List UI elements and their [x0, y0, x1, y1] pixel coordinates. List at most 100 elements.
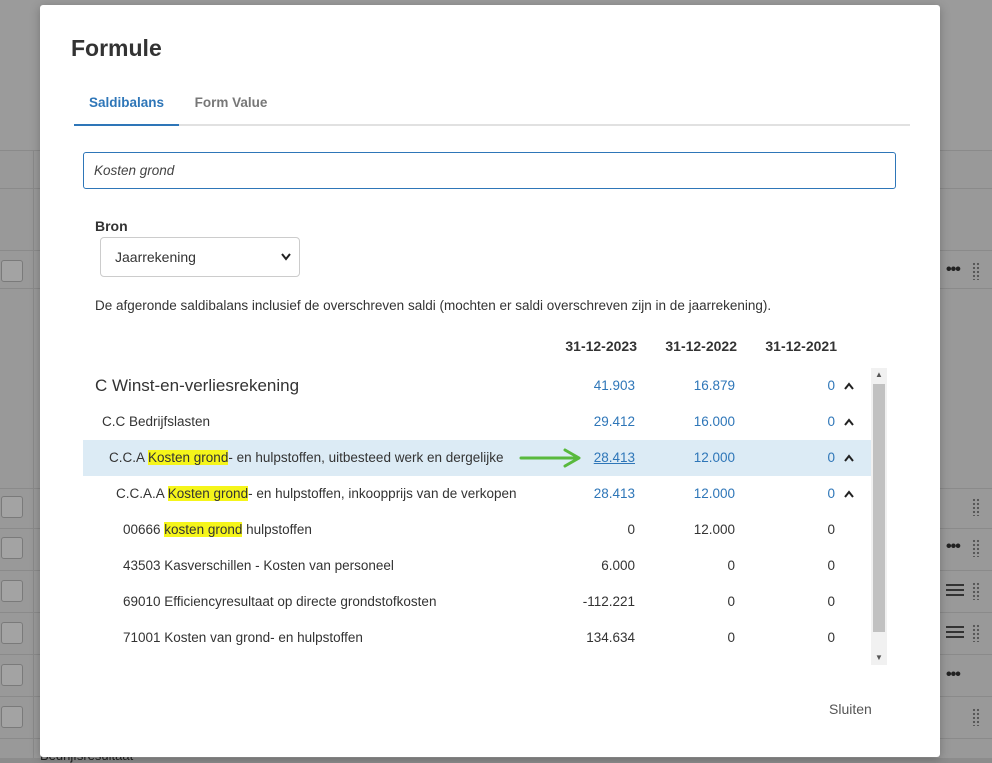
- dialog-title: Formule: [71, 35, 162, 61]
- close-button[interactable]: Sluiten: [829, 701, 872, 717]
- tree-row[interactable]: C.C Bedrijfslasten 29.412 16.000 0: [83, 404, 871, 440]
- drag-handle-icon: [972, 624, 980, 642]
- value-cell-31-12-2021[interactable]: 0: [755, 368, 835, 404]
- bron-label: Bron: [95, 218, 128, 234]
- bron-select[interactable]: Jaarrekening: [100, 237, 300, 277]
- row-checkbox: [1, 537, 23, 559]
- tree-row[interactable]: C.C.A.B Kosten uitbesteed werk en andere…: [83, 656, 871, 668]
- row-label-text: - en hulpstoffen, inkoopprijs van de ver…: [248, 486, 517, 501]
- chevron-down-icon: [281, 238, 291, 292]
- value-cell-31-12-2022: 12.000: [693, 522, 735, 537]
- column-header-2023: 31-12-2023: [565, 338, 637, 354]
- bron-selected-value: Jaarrekening: [115, 249, 196, 265]
- more-icon: •••: [946, 261, 961, 278]
- row-checkbox: [1, 260, 23, 282]
- tree-row-label: 69010 Efficiencyresultaat op directe gro…: [123, 584, 436, 620]
- value-cell-31-12-2021[interactable]: 0: [755, 440, 835, 476]
- pointer-arrow-icon: [519, 448, 581, 468]
- value-cell-31-12-2022[interactable]: 12.000: [655, 440, 735, 476]
- value-cell-31-12-2023[interactable]: 0: [555, 656, 635, 668]
- value-cell-31-12-2021: 0: [827, 522, 835, 537]
- drag-handle-icon: [972, 582, 980, 600]
- list-icon: [946, 626, 964, 640]
- row-checkbox: [1, 496, 23, 518]
- value-cell-31-12-2021[interactable]: 0: [755, 476, 835, 512]
- value-cell-31-12-2022: 0: [727, 630, 735, 645]
- row-label-text: C.C.A.B Kosten uitbesteed werk en andere…: [116, 666, 466, 668]
- search-highlight: Kosten grond: [148, 450, 229, 465]
- row-label-text: 43503 Kasverschillen - Kosten van person…: [123, 558, 394, 573]
- row-label-text: 00666: [123, 522, 165, 537]
- row-label-text: hulpstoffen: [242, 522, 312, 537]
- tree-row[interactable]: C Winst-en-verliesrekening 41.903 16.879 0: [83, 368, 871, 404]
- column-header-2021: 31-12-2021: [765, 338, 837, 354]
- tab-bar: Saldibalans Form Value: [74, 87, 910, 126]
- value-cell-31-12-2023: 0: [627, 522, 635, 537]
- tree-row-label: C.C.A Kosten grond- en hulpstoffen, uitb…: [109, 440, 504, 476]
- value-cell-31-12-2023[interactable]: 41.903: [555, 368, 635, 404]
- description-text: De afgeronde saldibalans inclusief de ov…: [95, 298, 772, 313]
- collapse-caret-icon[interactable]: [843, 450, 855, 466]
- collapse-caret-icon[interactable]: [843, 486, 855, 502]
- tree-row[interactable]: C.C.A.A Kosten grond- en hulpstoffen, in…: [83, 476, 871, 512]
- tree-row-label: C.C.A.B Kosten uitbesteed werk en andere…: [116, 656, 466, 668]
- drag-handle-icon: [972, 498, 980, 516]
- row-label-text: 69010 Efficiencyresultaat op directe gro…: [123, 594, 437, 609]
- search-highlight: Kosten grond: [167, 486, 249, 501]
- value-cell-31-12-2021: 0: [827, 630, 835, 645]
- value-cell-31-12-2021: 0: [827, 594, 835, 609]
- row-checkbox: [1, 622, 23, 644]
- row-label-text: C.C Bedrijfslasten: [102, 414, 211, 429]
- drag-handle-icon: [972, 539, 980, 557]
- value-cell-31-12-2023: -112.221: [582, 594, 635, 609]
- value-cell-31-12-2022[interactable]: 12.000: [655, 476, 735, 512]
- row-label-text: C Winst-en-verliesrekening: [95, 376, 300, 395]
- value-cell-31-12-2023[interactable]: 28.413: [555, 476, 635, 512]
- scroll-down-icon[interactable]: ▼: [871, 651, 887, 665]
- tree-row[interactable]: C.C.A Kosten grond- en hulpstoffen, uitb…: [83, 440, 871, 476]
- value-cell-31-12-2021[interactable]: 0: [755, 404, 835, 440]
- tree-row-label: 43503 Kasverschillen - Kosten van person…: [123, 548, 394, 584]
- value-cell-31-12-2021[interactable]: 0: [755, 656, 835, 668]
- row-checkbox: [1, 706, 23, 728]
- tree-row[interactable]: 69010 Efficiencyresultaat op directe gro…: [83, 584, 871, 620]
- value-cell-31-12-2022[interactable]: 16.000: [655, 404, 735, 440]
- row-label-text: - en hulpstoffen, uitbesteed werk en der…: [228, 450, 504, 465]
- collapse-caret-icon[interactable]: [843, 378, 855, 394]
- value-cell-31-12-2022[interactable]: 16.879: [655, 368, 735, 404]
- column-header-2022: 31-12-2022: [665, 338, 737, 354]
- value-cell-31-12-2022: 0: [727, 594, 735, 609]
- collapse-caret-icon[interactable]: [843, 414, 855, 430]
- list-icon: [946, 584, 964, 598]
- scrollbar-thumb[interactable]: [873, 384, 885, 632]
- tree-row[interactable]: 43503 Kasverschillen - Kosten van person…: [83, 548, 871, 584]
- tree-row-label: 00666 kosten grond hulpstoffen: [123, 512, 312, 548]
- tab-form-value[interactable]: Form Value: [191, 87, 271, 124]
- value-cell-31-12-2021: 0: [827, 558, 835, 573]
- row-checkbox: [1, 664, 23, 686]
- tab-saldibalans[interactable]: Saldibalans: [74, 87, 179, 126]
- tree-row[interactable]: 71001 Kosten van grond- en hulpstoffen 13…: [83, 620, 871, 656]
- search-input[interactable]: [83, 152, 896, 189]
- value-cell-31-12-2023: 6.000: [601, 558, 635, 573]
- row-label-text: C.C.A: [109, 450, 149, 465]
- tree-row-label: 71001 Kosten van grond- en hulpstoffen: [123, 620, 363, 656]
- scroll-up-icon[interactable]: ▲: [871, 368, 887, 382]
- tree-row-label: C.C Bedrijfslasten: [102, 404, 210, 440]
- tree-row-label: C Winst-en-verliesrekening: [95, 368, 299, 404]
- search-highlight: kosten grond: [164, 522, 243, 537]
- bg-column-divider: [33, 150, 34, 758]
- drag-handle-icon: [972, 262, 980, 280]
- row-label-text: C.C.A.A: [116, 486, 168, 501]
- tree-row[interactable]: 00666 kosten grond hulpstoffen 0 12.000 0: [83, 512, 871, 548]
- value-cell-31-12-2022: 0: [727, 558, 735, 573]
- formula-dialog: Formule Saldibalans Form Value Bron Jaar…: [40, 5, 940, 757]
- more-icon: •••: [946, 538, 961, 555]
- row-label-text: 71001 Kosten van grond- en hulpstoffen: [123, 630, 363, 645]
- more-icon: •••: [946, 666, 961, 683]
- row-checkbox: [1, 580, 23, 602]
- value-cell-31-12-2023[interactable]: 29.412: [555, 404, 635, 440]
- value-cell-31-12-2023: 134.634: [586, 630, 635, 645]
- tree-scrollbar[interactable]: ▲ ▼: [871, 368, 887, 665]
- value-cell-31-12-2022[interactable]: 0: [655, 656, 735, 668]
